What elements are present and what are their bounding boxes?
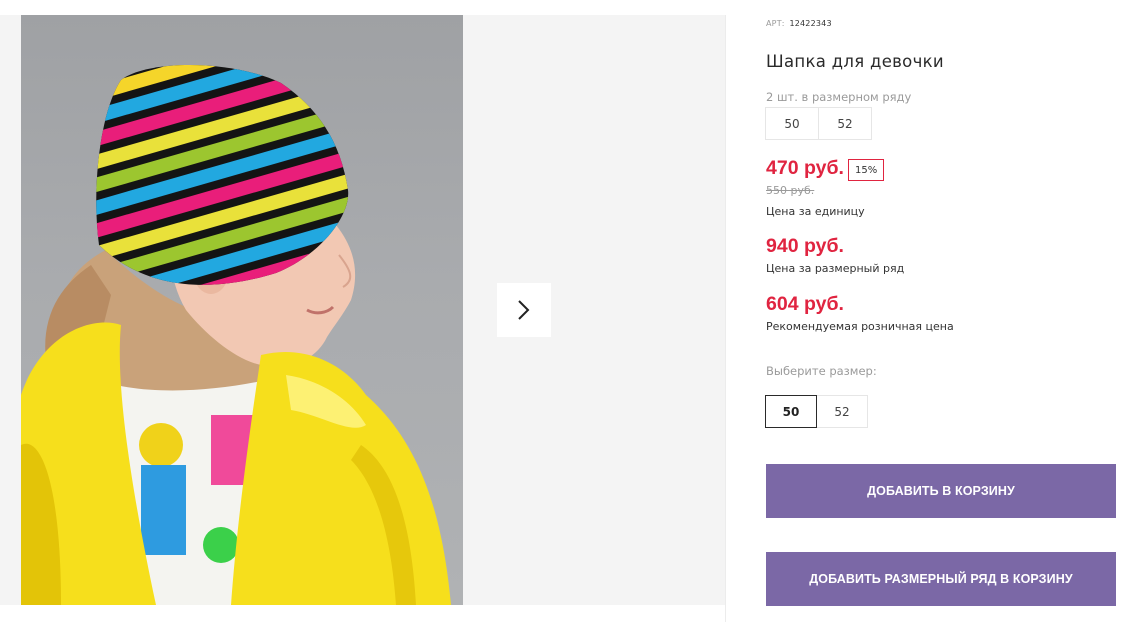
article-label: АРТ: <box>766 19 785 28</box>
series-size-50: 50 <box>765 107 819 140</box>
series-price-caption: Цена за размерный ряд <box>766 262 905 275</box>
retail-price: 604 руб. <box>766 293 844 315</box>
unit-price-caption: Цена за единицу <box>766 205 865 218</box>
series-size-52: 52 <box>818 107 872 140</box>
product-title: Шапка для девочки <box>766 52 944 71</box>
size-option-50[interactable]: 50 <box>765 395 817 428</box>
series-price: 940 руб. <box>766 235 844 257</box>
product-gallery <box>0 15 725 605</box>
size-selector: 50 52 <box>765 395 868 428</box>
choose-size-label: Выберите размер: <box>766 364 877 378</box>
discount-badge: 15% <box>848 159 885 181</box>
unit-price: 470 руб. <box>766 157 844 179</box>
series-count-label: 2 шт. в размерном ряду <box>766 90 912 104</box>
article-number: 12422343 <box>789 19 832 28</box>
old-price: 550 руб. <box>766 184 815 197</box>
gallery-next-button[interactable] <box>497 283 551 337</box>
retail-price-caption: Рекомендуемая розничная цена <box>766 320 954 333</box>
article: АРТ: 12422343 <box>766 19 832 28</box>
add-series-to-cart-button[interactable]: ДОБАВИТЬ РАЗМЕРНЫЙ РЯД В КОРЗИНУ <box>766 552 1116 606</box>
chevron-right-icon <box>518 300 530 320</box>
product-photo-illustration <box>21 64 451 605</box>
series-sizes: 50 52 <box>765 107 872 140</box>
product-photo[interactable] <box>21 15 463 605</box>
add-to-cart-button[interactable]: ДОБАВИТЬ В КОРЗИНУ <box>766 464 1116 518</box>
panel-divider <box>725 15 726 622</box>
size-option-52[interactable]: 52 <box>816 395 868 428</box>
